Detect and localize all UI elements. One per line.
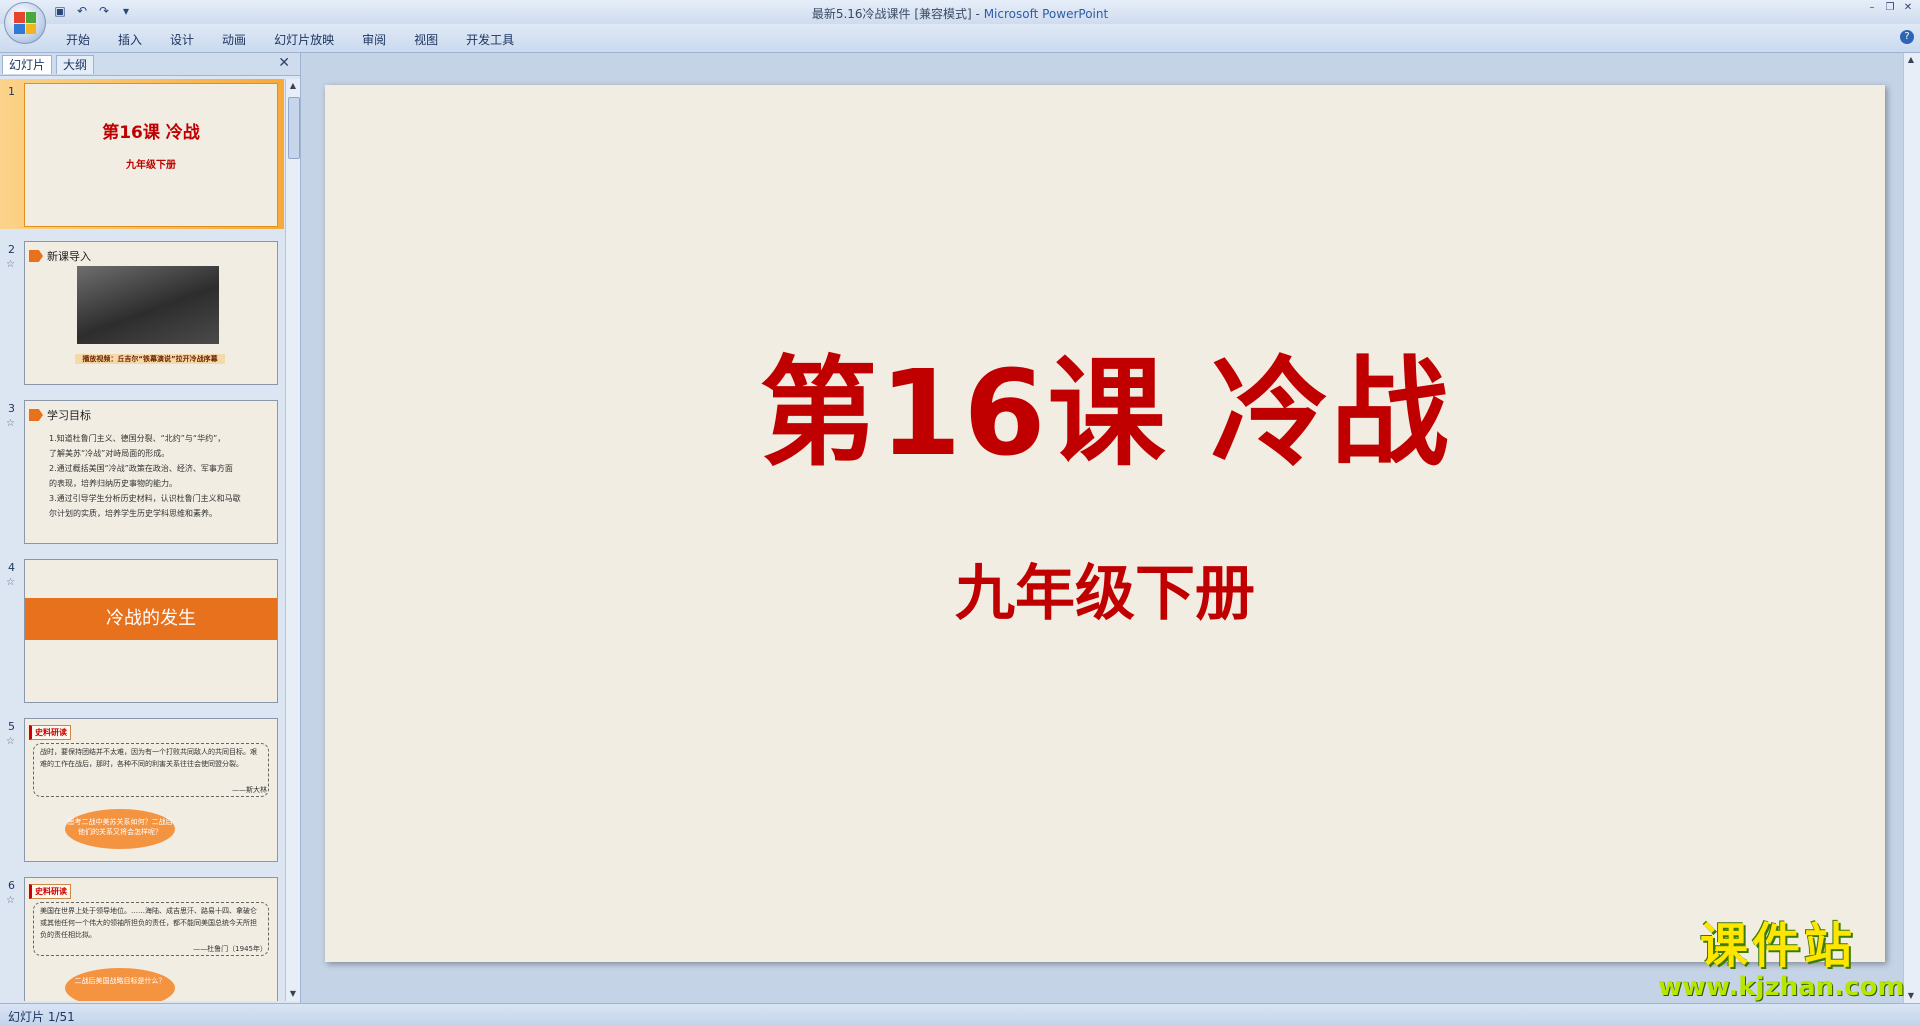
editor-scrollbar[interactable]: ▲ ▼ (1903, 53, 1920, 1003)
slide-thumbnail-1[interactable]: 第16课 冷战 九年级下册 (24, 83, 278, 227)
thumb-quote-author: ——杜鲁门（1945年） (193, 945, 267, 953)
app-name: Microsoft PowerPoint (983, 7, 1109, 21)
title-bar: ▣ ↶ ↷ ▾ 最新5.16冷战课件 [兼容模式] - Microsoft Po… (0, 0, 1920, 44)
thumb-thought-cloud: 二战后美国战略目标是什么？ (65, 968, 175, 1001)
thumb-section-banner: 冷战的发生 (25, 598, 277, 640)
panel-tabs: 幻灯片 大纲 ✕ (0, 53, 300, 76)
thumb-heading-text: 新课导入 (47, 250, 91, 263)
thumbnail-list: 1 第16课 冷战 九年级下册 2 ☆ 新课导入 播放视频：丘吉尔“铁幕演说”拉… (0, 79, 284, 1001)
ribbon-tabs: 开始 插入 设计 动画 幻灯片放映 审阅 视图 开发工具 (52, 29, 528, 50)
tab-outline[interactable]: 大纲 (56, 55, 95, 74)
slide-number: 3 (8, 402, 15, 415)
slide-title[interactable]: 第16课 冷战 (325, 317, 1885, 488)
thumb-video-image (77, 266, 219, 344)
document-title: 最新5.16冷战课件 [兼容模式] (811, 7, 972, 21)
slide-thumbnail-3[interactable]: 学习目标 1.知道杜鲁门主义、德国分裂、“北约”与“华约”， 了解美苏“冷战”对… (24, 400, 278, 544)
objective-line: 2.通过概括美国“冷战”政策在政治、经济、军事方面 (49, 464, 233, 473)
slide-thumbnail-6[interactable]: 史料研读 美国在世界上处于领导地位。……海陆、成吉思汗、路易十四、拿破仑或其他任… (24, 877, 278, 1001)
thumbnail-row-6[interactable]: 6 ☆ 史料研读 美国在世界上处于领导地位。……海陆、成吉思汗、路易十四、拿破仑… (0, 873, 284, 1001)
slide-count-status: 幻灯片 1/51 (8, 1010, 75, 1024)
close-icon[interactable]: ✕ (278, 55, 290, 71)
thumb-caption: 播放视频：丘吉尔“铁幕演说”拉开冷战序幕 (75, 354, 225, 364)
window-controls: – ❐ ✕ (1864, 2, 1916, 14)
objective-line: 尔计划的实质，培养学生历史学科思维和素养。 (49, 509, 217, 518)
scrollbar-thumb[interactable] (288, 97, 300, 159)
restore-icon[interactable]: ❐ (1882, 2, 1898, 14)
thumbnail-row-4[interactable]: 4 ☆ 冷战的发生 (0, 555, 284, 705)
tab-slideshow[interactable]: 幻灯片放映 (260, 29, 348, 50)
objective-line: 了解美苏“冷战”对峙局面的形成。 (49, 449, 170, 458)
title-separator: - (971, 7, 984, 21)
help-icon[interactable]: ? (1900, 30, 1914, 44)
window-title: 最新5.16冷战课件 [兼容模式] - Microsoft PowerPoint (0, 5, 1920, 22)
scroll-up-icon[interactable]: ▲ (286, 79, 300, 93)
scroll-up-icon[interactable]: ▲ (1904, 53, 1918, 67)
animation-star-icon: ☆ (6, 736, 15, 747)
slide-number: 5 (8, 720, 15, 733)
thumbnail-row-2[interactable]: 2 ☆ 新课导入 播放视频：丘吉尔“铁幕演说”拉开冷战序幕 (0, 237, 284, 387)
thumbnail-row-5[interactable]: 5 ☆ 史料研读 战时，要保持团结并不太难，因为有一个打败共同敌人的共同目标。艰… (0, 714, 284, 864)
tab-home[interactable]: 开始 (52, 29, 104, 50)
animation-star-icon: ☆ (6, 418, 15, 429)
thumb-title: 第16课 冷战 (102, 123, 200, 143)
thumb-heading: 新课导入 (29, 248, 91, 264)
tab-review[interactable]: 审阅 (348, 29, 400, 50)
tab-design[interactable]: 设计 (156, 29, 208, 50)
tab-insert[interactable]: 插入 (104, 29, 156, 50)
scroll-down-icon[interactable]: ▼ (286, 987, 300, 1001)
tab-animations[interactable]: 动画 (208, 29, 260, 50)
thumb-quote-author: ——斯大林 (232, 786, 267, 794)
objective-line: 1.知道杜鲁门主义、德国分裂、“北约”与“华约”， (49, 434, 226, 443)
animation-star-icon: ☆ (6, 577, 15, 588)
slide-thumbnail-4[interactable]: 冷战的发生 (24, 559, 278, 703)
slides-panel: 幻灯片 大纲 ✕ 1 第16课 冷战 九年级下册 2 ☆ 新课导入 播放视频：丘… (0, 53, 301, 1003)
tab-developer[interactable]: 开发工具 (452, 29, 528, 50)
thumb-thought-cloud: 思考二战中美苏关系如何？二战后他们的关系又将会怎样呢？ (65, 809, 175, 849)
site-watermark: 课件站 www.kjzhan.com (1658, 918, 1905, 1002)
slide-number: 6 (8, 879, 15, 892)
ribbon-tab-bar: 开始 插入 设计 动画 幻灯片放映 审阅 视图 开发工具 ? (0, 24, 1920, 53)
objective-line: 的表现，培养归纳历史事物的能力。 (49, 479, 177, 488)
office-logo-icon (14, 12, 36, 34)
tab-slides[interactable]: 幻灯片 (2, 55, 53, 74)
thumb-tag: 史料研读 (29, 884, 71, 899)
slide-thumbnail-5[interactable]: 史料研读 战时，要保持团结并不太难，因为有一个打败共同敌人的共同目标。艰难的工作… (24, 718, 278, 862)
minimize-icon[interactable]: – (1864, 2, 1880, 14)
thumbnail-scrollbar[interactable]: ▲ ▼ (285, 79, 300, 1001)
slide-number: 4 (8, 561, 15, 574)
slide-number: 1 (8, 85, 15, 98)
slide-thumbnail-2[interactable]: 新课导入 播放视频：丘吉尔“铁幕演说”拉开冷战序幕 (24, 241, 278, 385)
thumb-subtitle: 九年级下册 (126, 160, 176, 171)
objective-line: 3.通过引导学生分析历史材料，认识杜鲁门主义和马歇 (49, 494, 241, 503)
office-button[interactable] (4, 2, 46, 44)
tab-view[interactable]: 视图 (400, 29, 452, 50)
thumb-heading-text: 学习目标 (47, 409, 91, 422)
thumb-heading: 学习目标 (29, 407, 91, 423)
thumbnail-row-1[interactable]: 1 第16课 冷战 九年级下册 (0, 79, 284, 229)
main-slide-canvas[interactable]: 第16课 冷战 九年级下册 (325, 85, 1885, 962)
arrow-tag-icon (29, 250, 43, 262)
animation-star-icon: ☆ (6, 259, 15, 270)
slide-number: 2 (8, 243, 15, 256)
animation-star-icon: ☆ (6, 895, 15, 906)
thumbnail-row-3[interactable]: 3 ☆ 学习目标 1.知道杜鲁门主义、德国分裂、“北约”与“华约”， 了解美苏“… (0, 396, 284, 546)
slide-subtitle[interactable]: 九年级下册 (325, 545, 1885, 632)
close-icon[interactable]: ✕ (1900, 2, 1916, 14)
thumb-tag: 史料研读 (29, 725, 71, 740)
scroll-down-icon[interactable]: ▼ (1904, 989, 1918, 1003)
arrow-tag-icon (29, 409, 43, 421)
status-bar: 幻灯片 1/51 (0, 1003, 1920, 1026)
watermark-url: www.kjzhan.com (1658, 972, 1905, 1002)
thumb-objectives: 1.知道杜鲁门主义、德国分裂、“北约”与“华约”， 了解美苏“冷战”对峙局面的形… (49, 431, 261, 521)
watermark-logo-text: 课件站 (1699, 918, 1856, 974)
